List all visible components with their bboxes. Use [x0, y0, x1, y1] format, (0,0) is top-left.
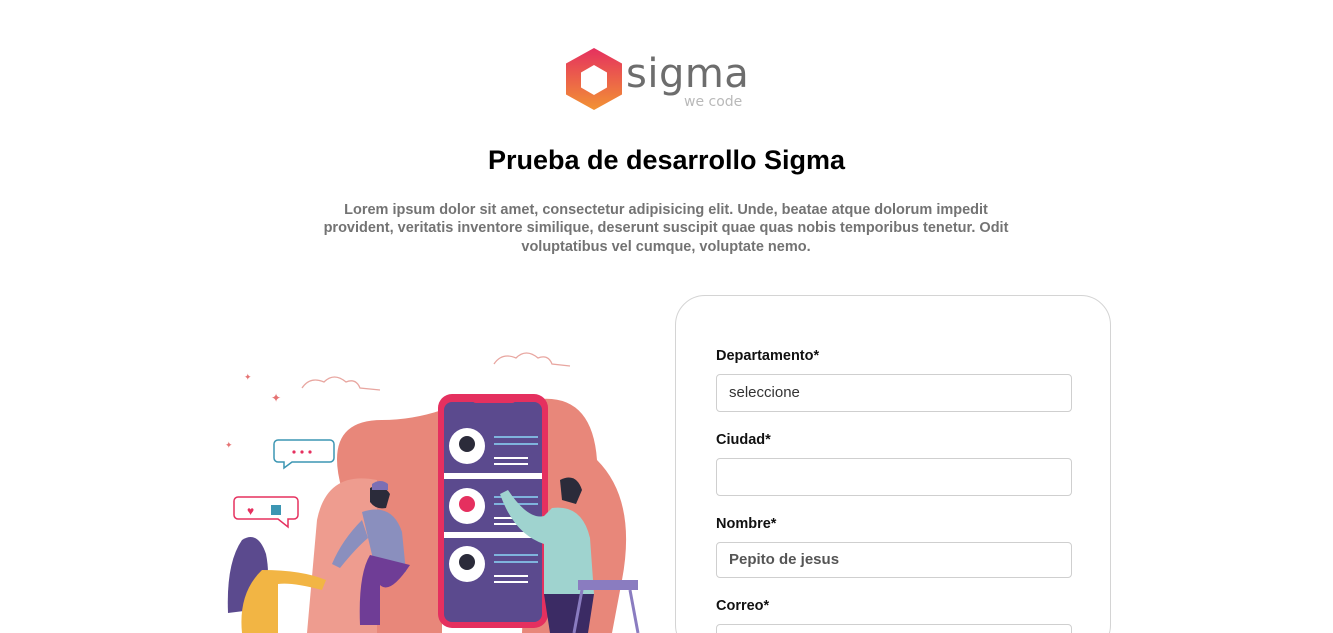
nombre-label: Nombre* [716, 516, 777, 532]
correo-input[interactable] [716, 624, 1072, 633]
departamento-select[interactable]: seleccione [716, 374, 1072, 412]
departamento-label: Departamento* [716, 348, 820, 364]
page-title: Prueba de desarrollo Sigma [487, 145, 846, 175]
page-description: Lorem ipsum dolor sit amet, consectetur … [323, 202, 1009, 255]
hexagon-logo-icon [566, 48, 622, 110]
nombre-input[interactable]: Pepito de jesus [716, 542, 1072, 578]
correo-label: Correo* [716, 598, 770, 614]
svg-text:✦: ✦ [225, 440, 233, 450]
logo-wordmark: sigma [626, 51, 750, 97]
svg-text:✦: ✦ [271, 391, 281, 405]
svg-text:✦: ✦ [244, 372, 252, 382]
svg-text:♥: ♥ [247, 504, 254, 518]
registration-form-card: Departamento* seleccione Ciudad* Nombre*… [675, 295, 1111, 633]
sigma-logo: sigma we code [562, 46, 752, 116]
ciudad-select[interactable] [716, 458, 1072, 496]
ciudad-label: Ciudad* [716, 432, 771, 448]
people-phone-illustration: ✦ ✦ ✦ ♥ [222, 340, 652, 633]
logo-tagline: we code [684, 94, 743, 110]
